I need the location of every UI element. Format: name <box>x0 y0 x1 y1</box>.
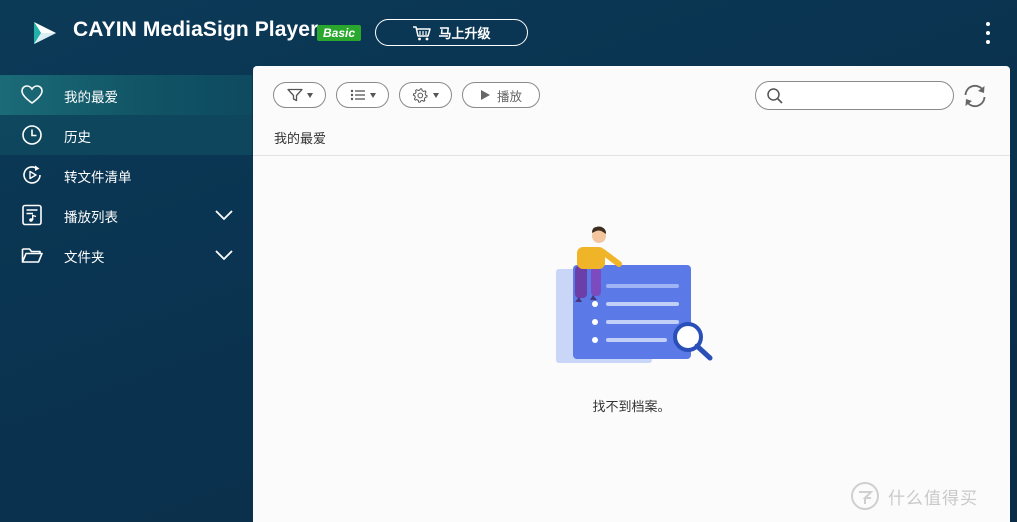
app-title: CAYIN MediaSign Player <box>73 18 319 41</box>
sidebar-item-label: 文件夹 <box>64 250 105 266</box>
search-field[interactable] <box>755 81 954 110</box>
play-label: 播放 <box>496 88 522 104</box>
sidebar-item-label: 历史 <box>64 130 91 146</box>
mediasign-logo-icon <box>34 22 56 44</box>
upgrade-label: 马上升级 <box>438 27 491 42</box>
clock-icon <box>22 125 42 145</box>
view-mode-button[interactable] <box>336 82 389 108</box>
breadcrumb: 我的最爱 <box>274 132 327 147</box>
play-icon <box>480 90 490 100</box>
watermark: 什么值得买 <box>850 480 1010 512</box>
transcode-icon <box>23 165 41 184</box>
gear-icon <box>412 87 428 103</box>
sidebar-item-favorites[interactable]: 我的最爱 <box>0 75 252 115</box>
empty-state-illustration <box>556 226 713 363</box>
search-icon <box>767 88 783 104</box>
folder-icon <box>21 248 43 263</box>
settings-button[interactable] <box>399 82 452 108</box>
sidebar-item-transcode-list[interactable]: 转文件清单 <box>0 155 252 195</box>
caret-down-icon <box>369 92 376 98</box>
edition-badge: Basic <box>317 25 362 41</box>
heart-icon <box>21 85 43 104</box>
more-vertical-icon <box>986 22 990 26</box>
caret-down-icon <box>306 92 313 98</box>
empty-state-message: 找不到档案。 <box>592 400 671 415</box>
sidebar-item-label: 转文件清单 <box>64 170 132 186</box>
content-panel: 播放 我的最爱 找不到档案。 <box>253 66 1010 522</box>
play-button[interactable]: 播放 <box>462 82 540 108</box>
app-header: CAYIN MediaSign Player Basic 马上升级 <box>0 0 1017 66</box>
sidebar-item-playlists[interactable]: 播放列表 <box>0 195 252 235</box>
sidebar-item-folders[interactable]: 文件夹 <box>0 235 252 275</box>
sidebar-item-label: 播放列表 <box>64 210 118 226</box>
sidebar-item-history[interactable]: 历史 <box>0 115 252 155</box>
watermark-text: 什么值得买 <box>888 488 978 509</box>
filter-icon <box>286 88 303 102</box>
chevron-down-icon[interactable] <box>214 247 234 263</box>
filter-button[interactable] <box>273 82 326 108</box>
refresh-icon[interactable] <box>961 82 989 110</box>
caret-down-icon <box>433 92 439 98</box>
list-view-icon <box>350 89 365 101</box>
divider <box>253 155 1010 156</box>
sidebar: 我的最爱 历史 转文件清单 播放列表 文件夹 <box>0 75 252 275</box>
cart-icon <box>413 25 432 40</box>
zhide-logo-icon <box>851 482 879 510</box>
playlist-icon <box>22 204 42 226</box>
upgrade-button[interactable]: 马上升级 <box>375 19 528 46</box>
chevron-down-icon[interactable] <box>214 207 234 223</box>
more-menu-button[interactable] <box>980 22 996 44</box>
sidebar-item-label: 我的最爱 <box>64 90 118 106</box>
